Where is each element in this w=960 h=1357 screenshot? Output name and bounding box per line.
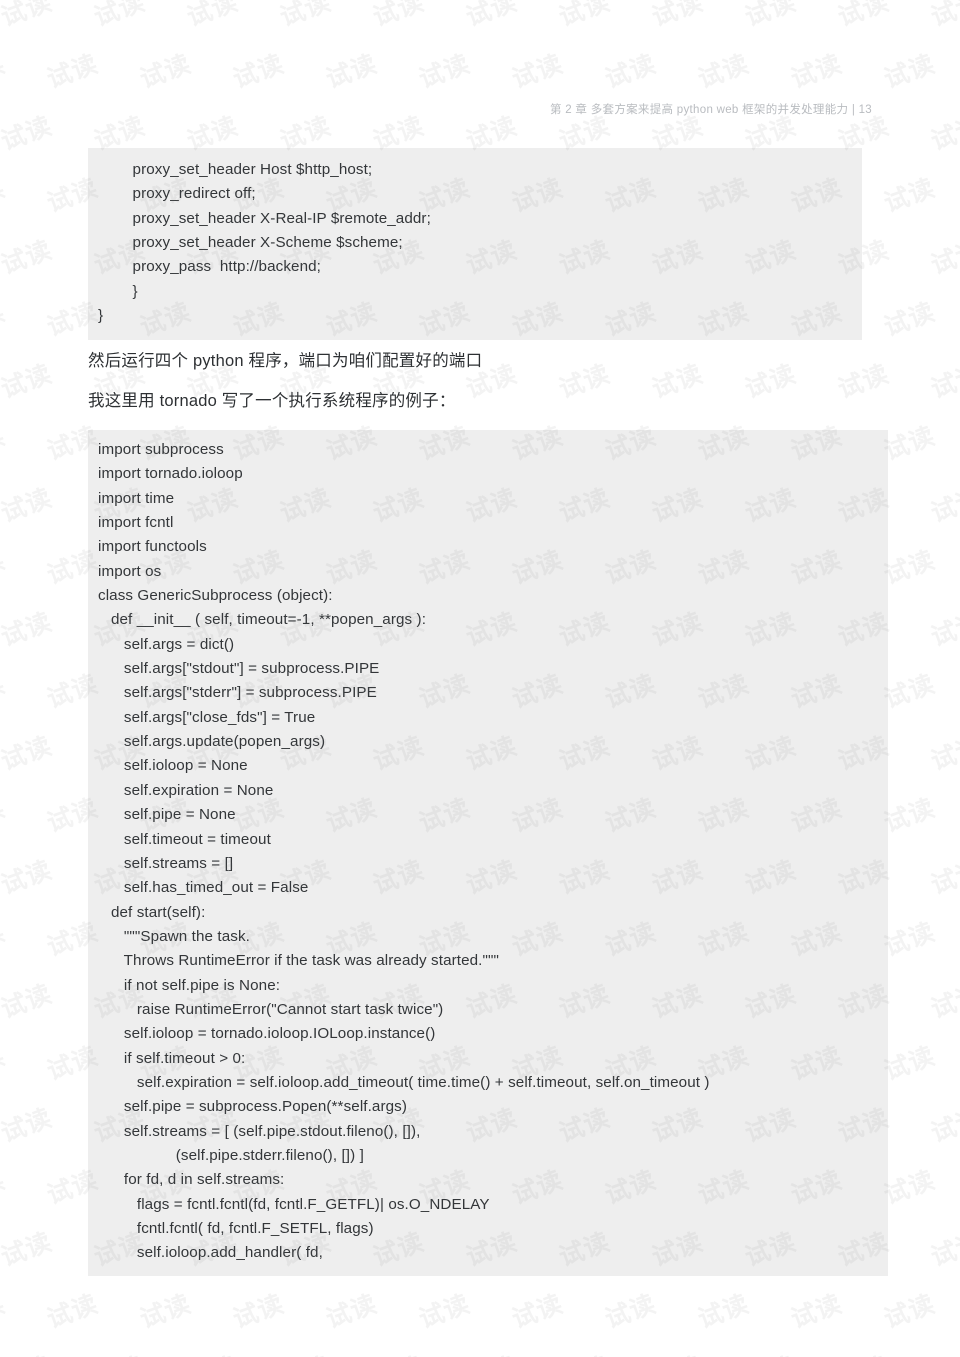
paragraph-run-python-programs: 然后运行四个 python 程序，端口为咱们配置好的端口 (88, 352, 483, 370)
python-code-line: self.streams = [ (self.pipe.stdout.filen… (98, 1122, 421, 1140)
python-code-line: def __init__ ( self, timeout=-1, **popen… (98, 611, 427, 629)
code-block-nginx: proxy_set_header Host $http_host; proxy_… (88, 148, 862, 341)
python-code-line: self.expiration = self.ioloop.add_timeou… (98, 1073, 710, 1091)
python-code-line: self.ioloop = None (98, 757, 248, 775)
python-code-line: for fd, d in self.streams: (98, 1171, 285, 1189)
nginx-code-line: proxy_set_header X-Real-IP $remote_addr; (98, 209, 431, 227)
paragraph-tornado-example: 我这里用 tornado 写了一个执行系统程序的例子： (88, 392, 456, 410)
python-code-line: if not self.pipe is None: (98, 976, 281, 994)
python-code-line: (self.pipe.stderr.fileno(), []) ] (98, 1146, 364, 1164)
python-code-line: Throws RuntimeError if the task was alre… (98, 952, 499, 970)
python-code-line: import fcntl (98, 514, 174, 532)
python-code-line: fcntl.fcntl( fd, fcntl.F_SETFL, flags) (98, 1220, 374, 1237)
nginx-code-line: } (98, 282, 138, 300)
nginx-code-line: } (98, 307, 104, 325)
python-code-line: self.pipe = subprocess.Popen(**self.args… (98, 1098, 408, 1116)
python-code-line: self.pipe = None (98, 806, 236, 824)
nginx-code-line: proxy_pass http://backend; (98, 258, 321, 276)
python-code-line: flags = fcntl.fcntl(fd, fcntl.F_GETFL)| … (98, 1195, 490, 1213)
document-page: 第 2 章 多套方案来提高 python web 框架的并发处理能力 | 13 … (0, 0, 960, 1357)
python-code-line: def start(self): (98, 903, 206, 921)
python-code-line: """Spawn the task. (98, 927, 250, 945)
python-code-line: self.ioloop = tornado.ioloop.IOLoop.inst… (98, 1025, 436, 1043)
python-code-line: self.args["close_fds"] = True (98, 708, 316, 726)
python-code-line: self.args = dict() (98, 635, 235, 653)
python-code-line: class GenericSubprocess (object): (98, 587, 333, 605)
python-code-line: import functools (98, 538, 207, 556)
python-code-line: self.args["stderr"] = subprocess.PIPE (98, 684, 377, 702)
running-header: 第 2 章 多套方案来提高 python web 框架的并发处理能力 | 13 (549, 104, 872, 116)
python-code-line: import os (98, 562, 162, 580)
python-code-line: import tornado.ioloop (98, 465, 243, 483)
nginx-code-line: proxy_redirect off; (98, 185, 256, 203)
python-code-line: self.timeout = timeout (98, 830, 271, 848)
python-code-line: self.streams = [] (98, 854, 234, 872)
nginx-code-line: proxy_set_header X-Scheme $scheme; (98, 234, 403, 252)
python-code-line: if self.timeout > 0: (98, 1049, 246, 1067)
python-code-line: self.args["stdout"] = subprocess.PIPE (98, 660, 380, 678)
python-code-line: raise RuntimeError("Cannot start task tw… (98, 1000, 444, 1018)
python-code-line: self.expiration = None (98, 781, 274, 799)
python-code-line: self.ioloop.add_handler( fd, (98, 1244, 323, 1262)
nginx-code-line: proxy_set_header Host $http_host; (98, 161, 373, 178)
python-code-line: self.has_timed_out = False (98, 879, 309, 897)
code-block-python: import subprocess import tornado.ioloop im… (88, 430, 888, 1276)
python-code-line: self.args.update(popen_args) (98, 733, 326, 751)
python-code-line: import subprocess (98, 441, 224, 458)
python-code-line: import time (98, 489, 175, 507)
